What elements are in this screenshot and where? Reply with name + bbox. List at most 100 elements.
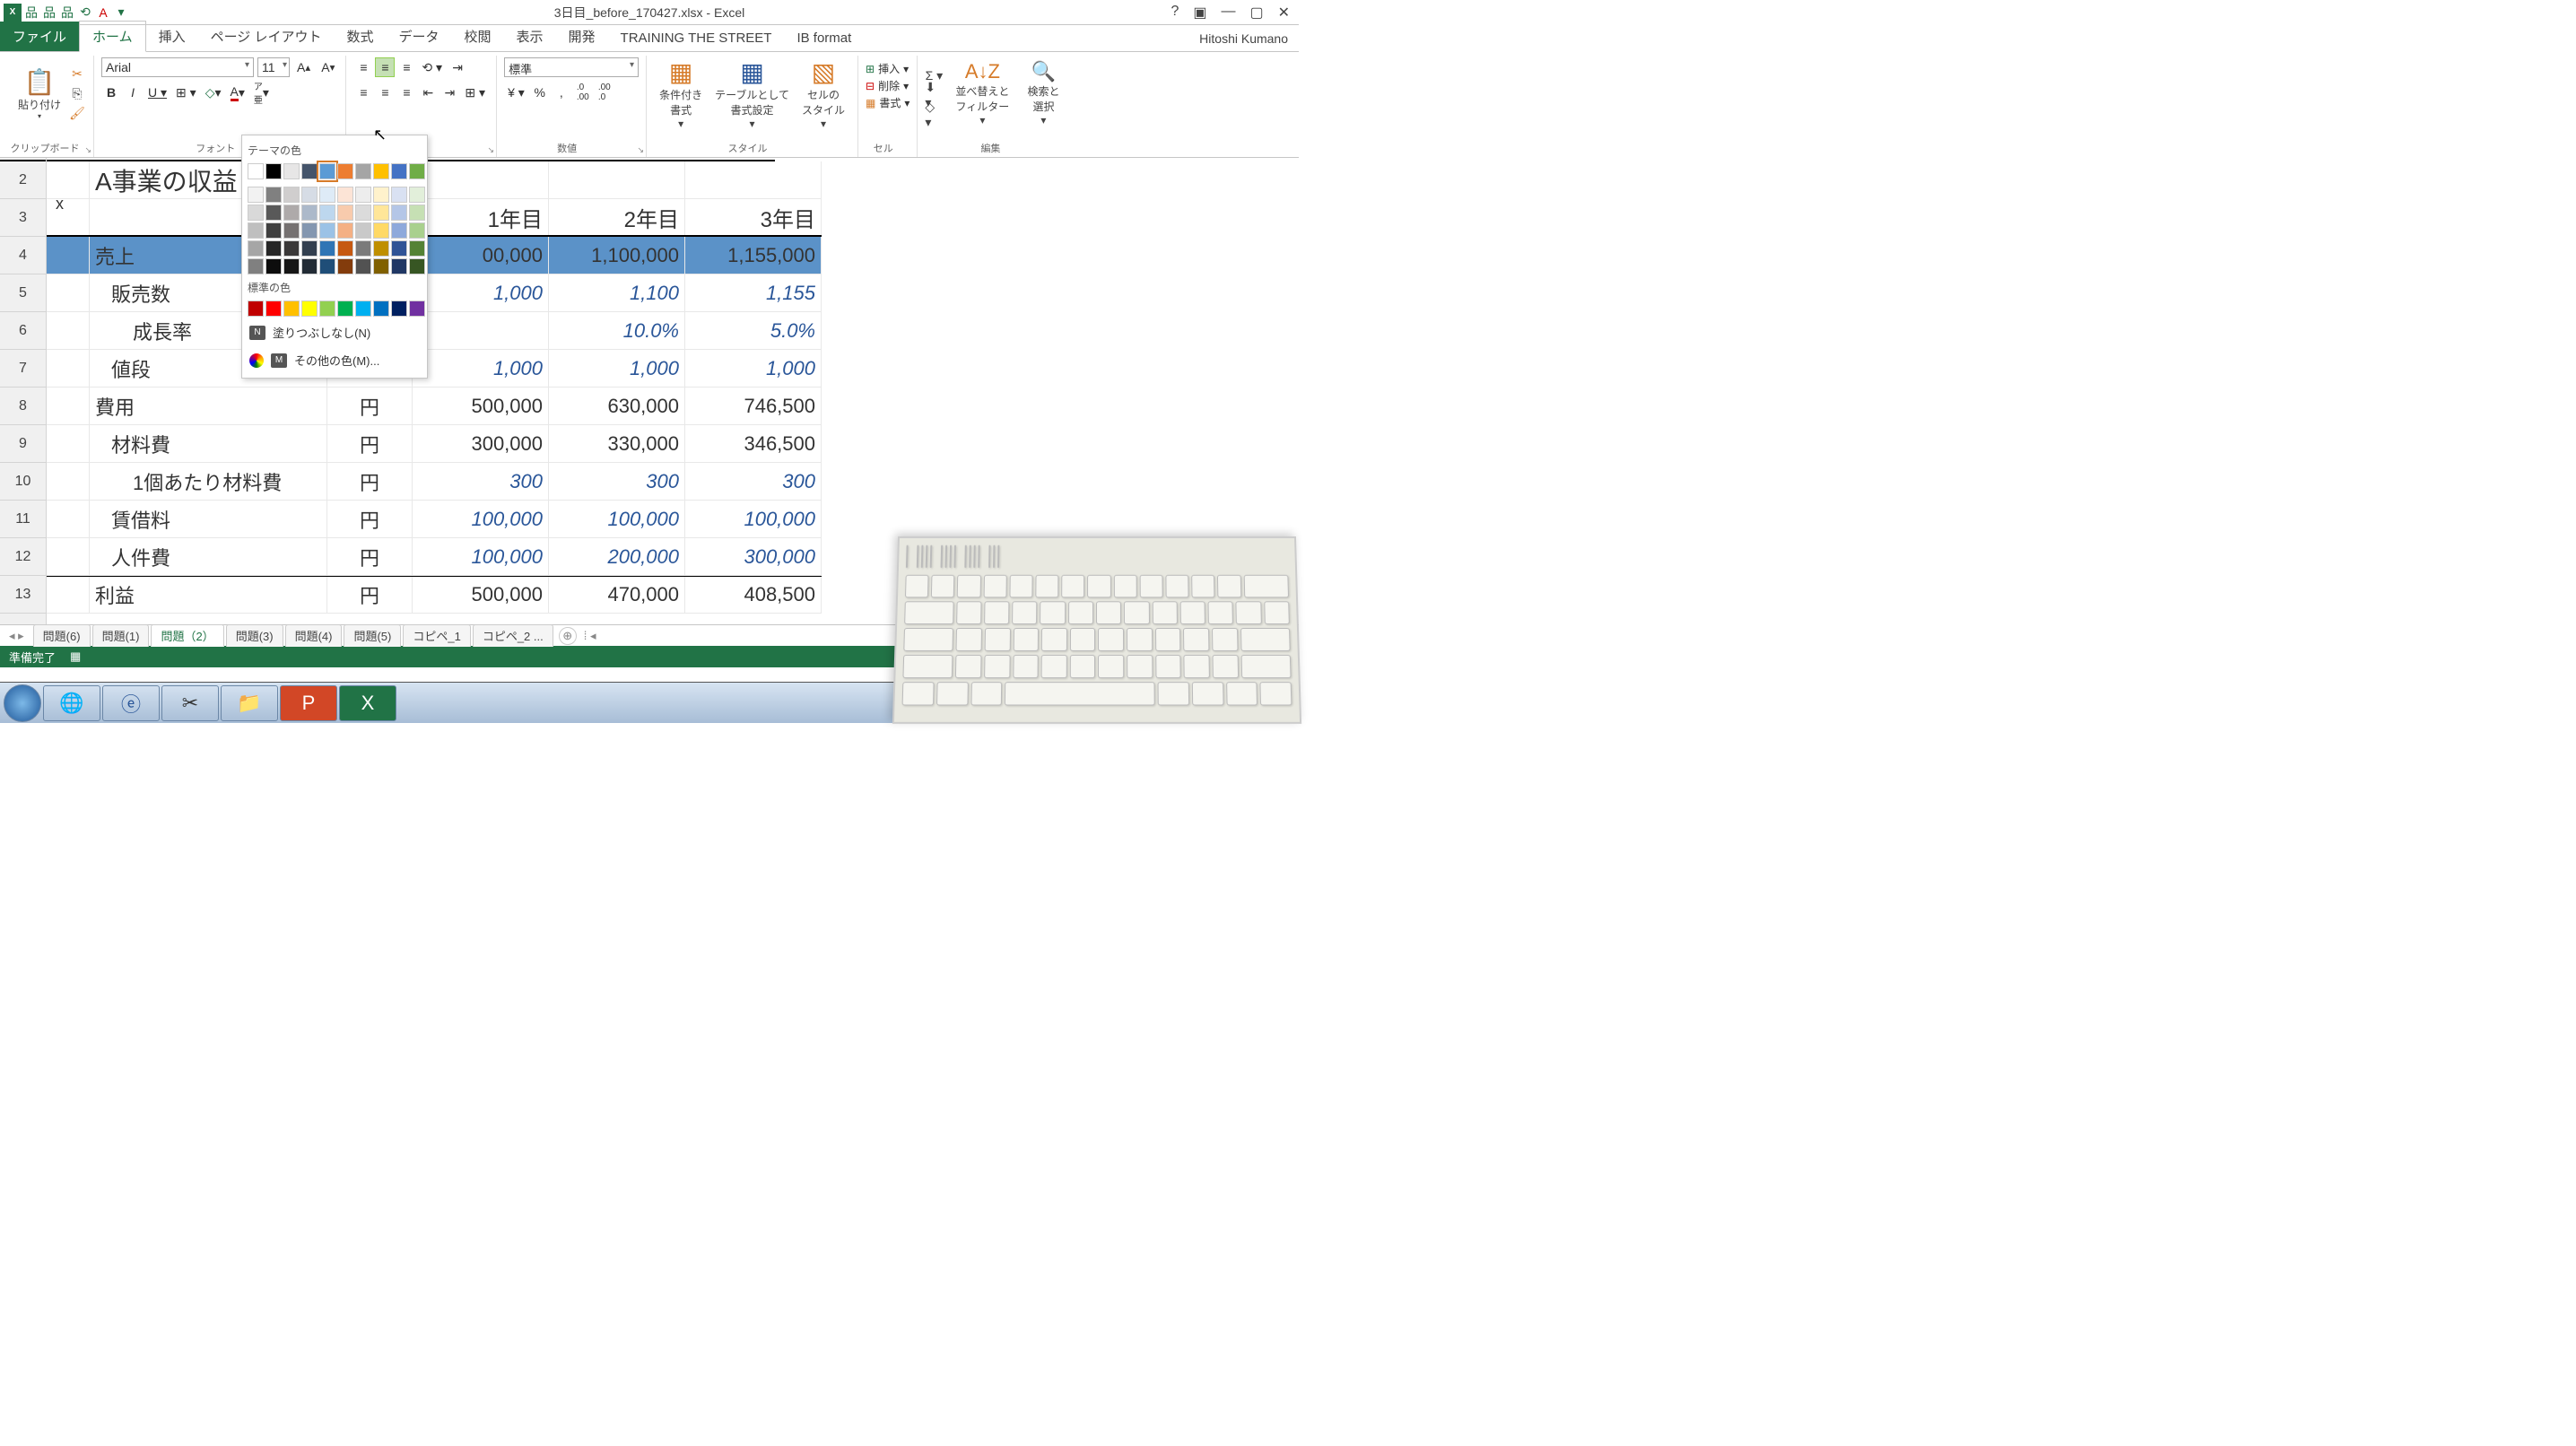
- grow-font-button[interactable]: A▴: [293, 57, 314, 77]
- conditional-format-button[interactable]: ▦ 条件付き 書式 ▾: [654, 56, 708, 132]
- align-middle-button[interactable]: ≡: [375, 57, 395, 77]
- data-cell[interactable]: 1,100: [549, 274, 685, 311]
- color-swatch[interactable]: [248, 222, 264, 239]
- insert-cells-button[interactable]: ⊞挿入 ▾: [866, 61, 909, 76]
- color-swatch[interactable]: [283, 187, 300, 203]
- row-header-12[interactable]: 12: [0, 538, 46, 576]
- powerpoint-button[interactable]: P: [280, 685, 337, 721]
- row-header-2[interactable]: 2: [0, 161, 46, 199]
- row-label[interactable]: 1個あたり材料費: [90, 463, 327, 500]
- account-name[interactable]: Hitoshi Kumano: [1188, 26, 1299, 51]
- color-swatch[interactable]: [319, 240, 335, 257]
- data-cell[interactable]: 500,000: [413, 388, 549, 424]
- row-header-10[interactable]: 10: [0, 463, 46, 501]
- sheet-tab[interactable]: 問題(1): [92, 624, 150, 647]
- color-swatch[interactable]: [337, 205, 353, 221]
- color-swatch[interactable]: [265, 240, 282, 257]
- ribbon-display-icon[interactable]: ▣: [1189, 4, 1210, 22]
- copy-icon[interactable]: ⎘: [68, 84, 86, 102]
- align-bottom-button[interactable]: ≡: [396, 57, 416, 77]
- row-unit[interactable]: 円: [327, 388, 413, 424]
- color-swatch[interactable]: [373, 240, 389, 257]
- data-cell[interactable]: 300: [549, 463, 685, 500]
- sheet-tab[interactable]: 問題(4): [285, 624, 343, 647]
- color-swatch[interactable]: [373, 301, 389, 317]
- color-swatch[interactable]: [265, 163, 282, 179]
- sheet-tab[interactable]: 問題（2）: [151, 624, 223, 647]
- color-swatch[interactable]: [373, 163, 389, 179]
- tab-ib[interactable]: IB format: [784, 25, 864, 51]
- tab-insert[interactable]: 挿入: [146, 22, 198, 51]
- color-swatch[interactable]: [355, 205, 371, 221]
- header-y2[interactable]: 2年目: [549, 199, 685, 235]
- more-colors-item[interactable]: M その他の色(M)...: [246, 346, 423, 374]
- row-unit[interactable]: 円: [327, 463, 413, 500]
- row-header-6[interactable]: 6: [0, 312, 46, 350]
- start-button[interactable]: [4, 684, 41, 722]
- data-cell[interactable]: 200,000: [549, 538, 685, 575]
- cell-styles-button[interactable]: ▧ セルの スタイル ▾: [796, 56, 850, 132]
- indent-increase-button[interactable]: ⇥: [439, 83, 459, 102]
- sheet-tab[interactable]: 問題(5): [344, 624, 401, 647]
- snipping-button[interactable]: ✂: [161, 685, 219, 721]
- tab-file[interactable]: ファイル: [0, 22, 79, 51]
- color-swatch[interactable]: [319, 205, 335, 221]
- data-cell[interactable]: 1,000: [549, 350, 685, 387]
- row-header-11[interactable]: 11: [0, 501, 46, 538]
- row-header-5[interactable]: 5: [0, 274, 46, 312]
- color-swatch[interactable]: [409, 222, 425, 239]
- color-swatch[interactable]: [319, 222, 335, 239]
- row-label[interactable]: 利益: [90, 577, 327, 613]
- color-swatch[interactable]: [409, 301, 425, 317]
- clear-button[interactable]: ◇ ▾: [925, 106, 943, 124]
- color-swatch[interactable]: [283, 205, 300, 221]
- align-left-button[interactable]: ≡: [353, 83, 373, 102]
- row-header-4[interactable]: 4: [0, 237, 46, 274]
- new-sheet-button[interactable]: ⊕: [559, 627, 577, 645]
- format-as-table-button[interactable]: ▦ テーブルとして 書式設定 ▾: [709, 56, 795, 132]
- row-unit[interactable]: 円: [327, 501, 413, 537]
- color-swatch[interactable]: [301, 163, 318, 179]
- row-header-9[interactable]: 9: [0, 425, 46, 463]
- decrease-decimal-button[interactable]: .00.0: [595, 83, 614, 102]
- number-format-select[interactable]: 標準: [504, 57, 639, 77]
- alignment-launcher-icon[interactable]: ↘: [488, 145, 495, 155]
- data-cell[interactable]: 10.0%: [549, 312, 685, 349]
- color-swatch[interactable]: [391, 205, 407, 221]
- maximize-icon[interactable]: ▢: [1246, 4, 1266, 22]
- data-cell[interactable]: 1,000: [413, 274, 549, 311]
- row-header-13[interactable]: 13: [0, 576, 46, 614]
- color-swatch[interactable]: [355, 301, 371, 317]
- color-swatch[interactable]: [248, 258, 264, 274]
- row-label[interactable]: 材料費: [90, 425, 327, 462]
- data-cell[interactable]: [413, 312, 549, 349]
- font-size-select[interactable]: 11: [257, 57, 290, 77]
- merge-button[interactable]: ⊞ ▾: [461, 83, 489, 102]
- row-label[interactable]: 費用: [90, 388, 327, 424]
- row-header-8[interactable]: 8: [0, 388, 46, 425]
- color-swatch[interactable]: [248, 163, 264, 179]
- color-swatch[interactable]: [283, 163, 300, 179]
- color-swatch[interactable]: [301, 205, 318, 221]
- data-cell[interactable]: 1,155: [685, 274, 822, 311]
- color-swatch[interactable]: [319, 187, 335, 203]
- shrink-font-button[interactable]: A▾: [318, 57, 338, 77]
- currency-button[interactable]: ¥ ▾: [504, 83, 528, 102]
- tab-view[interactable]: 表示: [504, 22, 556, 51]
- close-icon[interactable]: ✕: [1275, 4, 1293, 22]
- sheet-tab[interactable]: コピペ_1: [403, 624, 470, 647]
- data-cell[interactable]: 500,000: [413, 577, 549, 613]
- cells-area[interactable]: A事業の収益 1年目 2年目 3年目 売上00,0001,100,0001,15…: [47, 158, 822, 624]
- qat-btn-5[interactable]: A: [95, 4, 111, 21]
- qat-btn-2[interactable]: 品: [41, 4, 57, 21]
- color-swatch[interactable]: [301, 258, 318, 274]
- phonetic-button[interactable]: ア亜 ▾: [250, 83, 273, 102]
- minimize-icon[interactable]: —: [1217, 4, 1239, 22]
- color-swatch[interactable]: [319, 163, 335, 179]
- tab-data[interactable]: データ: [386, 22, 451, 51]
- paste-button[interactable]: 📋 貼り付け ▾: [13, 65, 66, 122]
- color-swatch[interactable]: [409, 163, 425, 179]
- cut-icon[interactable]: ✂: [68, 65, 86, 83]
- qat-btn-4[interactable]: ⟲: [77, 4, 93, 21]
- sheet-tab[interactable]: 問題(6): [33, 624, 91, 647]
